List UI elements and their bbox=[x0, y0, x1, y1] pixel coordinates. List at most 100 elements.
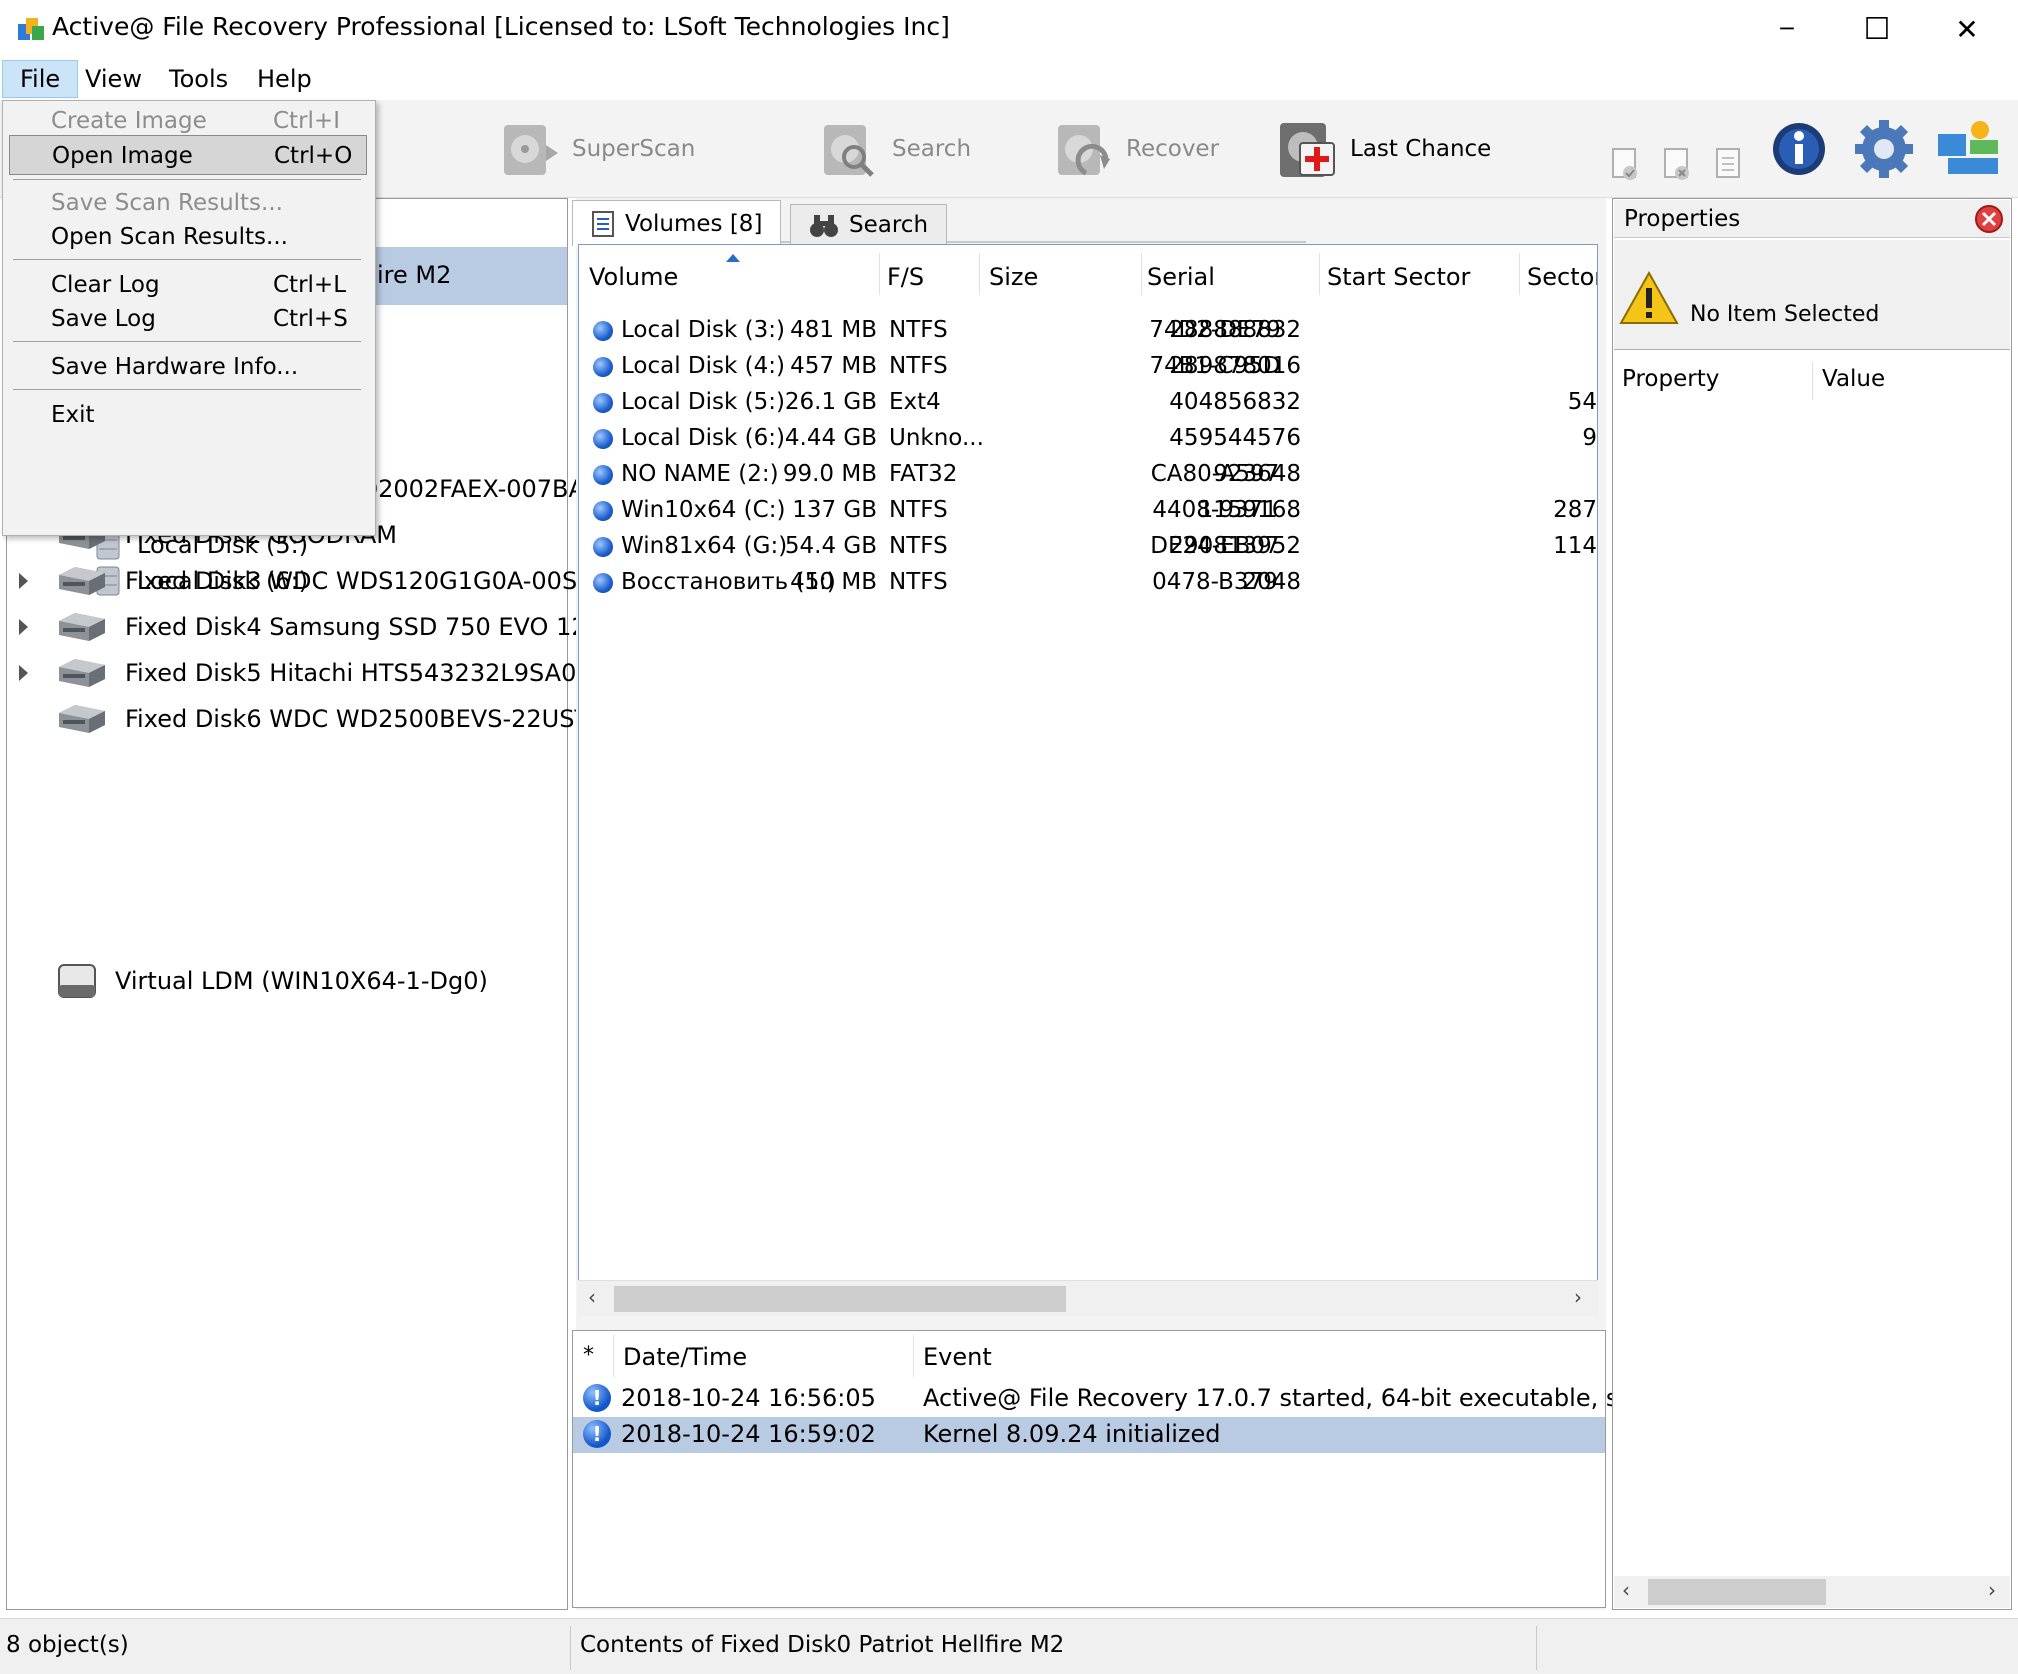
column-separator[interactable] bbox=[879, 253, 880, 295]
properties-horizontal-scrollbar[interactable]: ‹ › bbox=[1614, 1576, 2010, 1608]
column-header-sectors[interactable]: Sector bbox=[1527, 263, 1597, 291]
cell-fs: NTFS bbox=[889, 497, 948, 523]
scroll-right-arrow[interactable]: › bbox=[1574, 1285, 1582, 1309]
info-icon[interactable] bbox=[1770, 118, 1828, 180]
log-row[interactable]: ! 2018-10-24 16:59:02 Kernel 8.09.24 initi… bbox=[573, 1417, 1605, 1453]
scroll-right-arrow[interactable]: › bbox=[1988, 1578, 1996, 1602]
column-separator[interactable] bbox=[979, 253, 980, 295]
event-log-panel: * Date/Time Event ! 2018-10-24 16:56:05 Ac… bbox=[572, 1330, 1710, 1608]
expand-arrow-icon[interactable] bbox=[19, 665, 28, 681]
scroll-thumb[interactable] bbox=[614, 1286, 1066, 1312]
window-title: Active@ File Recovery Professional [Lice… bbox=[52, 12, 950, 41]
table-row[interactable]: Local Disk (3:) NTFS 481 MB 74D2-DE79 288888… bbox=[579, 313, 1597, 349]
close-panel-icon[interactable] bbox=[1974, 204, 2004, 234]
cell-start: 404856832 bbox=[1169, 389, 1301, 415]
expand-arrow-icon[interactable] bbox=[19, 573, 28, 589]
superscan-label: SuperScan bbox=[572, 136, 696, 162]
search-button[interactable]: Search bbox=[818, 110, 971, 188]
cell-sectors: 287 bbox=[1553, 497, 1597, 523]
maximize-button[interactable]: ☐ bbox=[1832, 0, 1922, 58]
properties-message: No Item Selected bbox=[1690, 302, 1880, 327]
table-row[interactable]: Local Disk (6:) Unkno... 4.44 GB 459544576 9 bbox=[579, 421, 1597, 457]
value-column-header[interactable]: Value bbox=[1822, 366, 1885, 392]
tab-search[interactable]: Search bbox=[790, 204, 948, 244]
property-column-header[interactable]: Property bbox=[1622, 366, 1719, 392]
volumes-horizontal-scrollbar[interactable]: ‹ › bbox=[578, 1280, 1598, 1316]
properties-panel bbox=[1612, 198, 2012, 1610]
recover-button[interactable]: Recover bbox=[1052, 110, 1219, 188]
log-column-star[interactable]: * bbox=[583, 1343, 594, 1368]
column-separator[interactable] bbox=[1141, 253, 1142, 295]
expand-arrow-icon[interactable] bbox=[19, 619, 28, 635]
menu-tools[interactable]: Tools bbox=[152, 60, 245, 98]
column-separator[interactable] bbox=[613, 1335, 614, 1377]
hard-disk-icon bbox=[59, 659, 105, 687]
log-event: Active@ File Recovery 17.0.7 started, 64… bbox=[923, 1384, 1711, 1412]
tree-item-fixed-disk[interactable]: Fixed Disk6 WDC WD2500BEVS-22UST0 bbox=[53, 693, 604, 745]
cancel-doc-icon[interactable] bbox=[1662, 146, 1692, 182]
table-row[interactable]: NO NAME (2:) FAT32 99.0 MB CA80-A597 923648 bbox=[579, 457, 1597, 493]
column-header-fs[interactable]: F/S bbox=[887, 263, 924, 291]
status-contents: Contents of Fixed Disk0 Patriot Hellfire… bbox=[580, 1632, 1065, 1658]
close-button[interactable]: ✕ bbox=[1922, 0, 2012, 58]
table-row[interactable]: Local Disk (5:) Ext4 26.1 GB 404856832 54 bbox=[579, 385, 1597, 421]
menu-item-shortcut: Ctrl+I bbox=[273, 108, 340, 134]
table-row[interactable]: Local Disk (4:) NTFS 457 MB 74B1-C95D 289878… bbox=[579, 349, 1597, 385]
binoculars-icon bbox=[810, 214, 838, 237]
table-row[interactable]: Восстановить (1:) NTFS 450 MB 0478-B379 2048 bbox=[579, 565, 1597, 601]
cell-start: 1159168 bbox=[1198, 497, 1301, 523]
scroll-thumb[interactable] bbox=[1648, 1579, 1826, 1605]
menu-item-label: Open Scan Results... bbox=[51, 224, 288, 250]
menu-item-label: Create Image bbox=[51, 108, 207, 134]
cell-size: 450 MB bbox=[790, 569, 877, 595]
scroll-left-arrow[interactable]: ‹ bbox=[1622, 1578, 1630, 1602]
last-chance-button[interactable]: Last Chance bbox=[1276, 110, 1491, 188]
scroll-left-arrow[interactable]: ‹ bbox=[588, 1285, 596, 1309]
log-row[interactable]: ! 2018-10-24 16:56:05 Active@ File Recover… bbox=[573, 1381, 1710, 1417]
menu-item-save-hardware-info[interactable]: Save Hardware Info... bbox=[9, 347, 367, 387]
volumes-grid[interactable]: Volume F/S Size Serial Start Sector Sect… bbox=[578, 244, 1598, 1316]
tree-item-label: Virtual LDM (WIN10X64-1-Dg0) bbox=[115, 967, 488, 995]
tab-search-label: Search bbox=[849, 211, 929, 238]
last-chance-icon bbox=[1280, 123, 1335, 177]
column-header-start-sector[interactable]: Start Sector bbox=[1327, 263, 1470, 291]
menu-item-open-image[interactable]: Open Image Ctrl+O bbox=[9, 135, 367, 175]
tree-item-fixed-disk[interactable]: Fixed Disk3 WDC WDS120G1G0A-00SS... bbox=[53, 555, 615, 607]
menu-view[interactable]: View bbox=[68, 60, 159, 98]
virtual-disk-icon bbox=[58, 964, 96, 998]
minimize-button[interactable]: ─ bbox=[1742, 0, 1832, 58]
column-separator[interactable] bbox=[1319, 253, 1320, 295]
menu-item-exit[interactable]: Exit bbox=[9, 395, 367, 435]
volume-globe-icon bbox=[593, 537, 613, 557]
menu-file[interactable]: File bbox=[2, 60, 79, 98]
warning-icon bbox=[1619, 270, 1679, 324]
doc-icon[interactable] bbox=[1714, 146, 1744, 182]
menu-separator bbox=[13, 389, 361, 390]
column-header-size[interactable]: Size bbox=[989, 263, 1038, 291]
layout-icon[interactable] bbox=[1936, 120, 2002, 178]
recover-icon bbox=[1058, 125, 1110, 176]
column-header-volume[interactable]: Volume bbox=[589, 263, 678, 291]
column-separator[interactable] bbox=[1519, 253, 1520, 295]
superscan-button[interactable]: SuperScan bbox=[498, 110, 695, 188]
column-separator[interactable] bbox=[913, 1335, 914, 1377]
table-row[interactable]: Win10x64 (C:) NTFS 137 GB 4408-9371 1159168 2… bbox=[579, 493, 1597, 529]
menu-item-label: Save Log bbox=[51, 306, 156, 332]
tab-volumes-label: Volumes [8] bbox=[625, 210, 763, 237]
column-header-serial[interactable]: Serial bbox=[1147, 263, 1215, 291]
menu-item-open-scan-results[interactable]: Open Scan Results... bbox=[9, 217, 367, 257]
menu-help[interactable]: Help bbox=[240, 60, 329, 98]
tree-item-fixed-disk[interactable]: Fixed Disk5 Hitachi HTS543232L9SA02 bbox=[53, 647, 592, 699]
menu-item-save-log[interactable]: Save Log Ctrl+S bbox=[9, 299, 367, 339]
log-column-datetime[interactable]: Date/Time bbox=[623, 1343, 747, 1371]
tree-item-fixed-disk[interactable]: Fixed Disk4 Samsung SSD 750 EVO 120... bbox=[53, 601, 625, 653]
check-doc-icon[interactable] bbox=[1610, 146, 1640, 182]
tab-volumes[interactable]: Volumes [8] bbox=[572, 200, 782, 246]
table-row[interactable]: Win81x64 (G:) NTFS 54.4 GB DE24-EB07 2908139… bbox=[579, 529, 1597, 565]
log-column-event[interactable]: Event bbox=[923, 1343, 992, 1371]
tree-item-label: Fixed Disk5 Hitachi HTS543232L9SA02 bbox=[125, 659, 592, 687]
settings-gear-icon[interactable] bbox=[1854, 118, 1914, 180]
column-separator[interactable] bbox=[1812, 362, 1813, 400]
tree-item-virtual-ldm[interactable]: Virtual LDM (WIN10X64-1-Dg0) bbox=[55, 959, 488, 1003]
log-datetime: 2018-10-24 16:59:02 bbox=[621, 1420, 876, 1448]
